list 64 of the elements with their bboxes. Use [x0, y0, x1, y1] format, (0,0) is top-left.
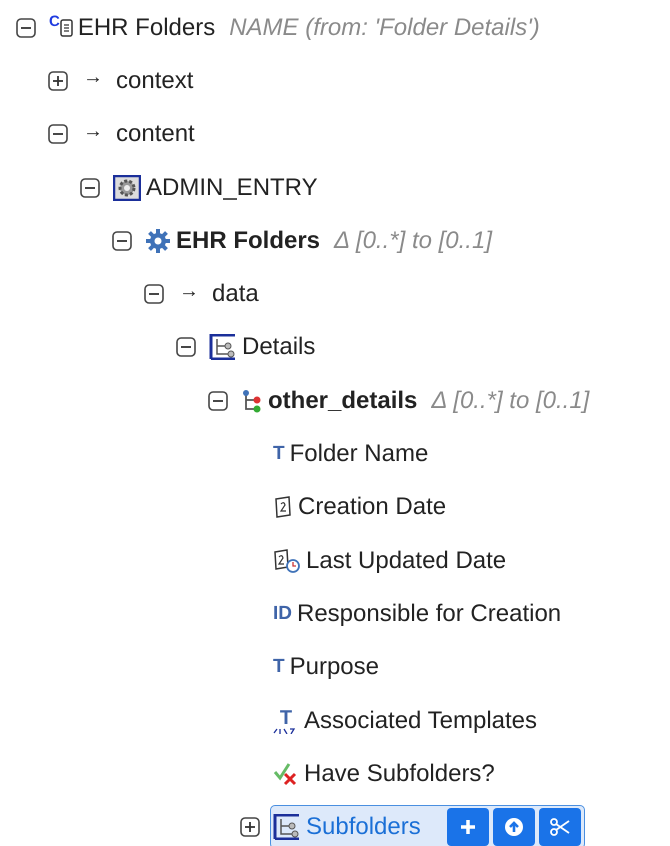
gear-icon — [145, 228, 171, 254]
node-label: Last Updated Date — [306, 546, 506, 575]
arrow-icon: → — [83, 66, 103, 90]
tree-node[interactable]: → context — [78, 58, 198, 103]
collapse-icon[interactable] — [48, 124, 68, 144]
node-label: content — [116, 120, 195, 148]
node-annotation: Δ [0..*] to [0..1] — [431, 386, 590, 415]
calendar-clock-icon — [273, 548, 301, 574]
tree-node[interactable]: Creation Date — [270, 485, 450, 530]
node-label: other_details — [268, 386, 418, 415]
node-label: Have Subfolders? — [304, 760, 495, 788]
expand-icon[interactable] — [240, 817, 260, 838]
node-label: EHR Folders — [78, 14, 216, 42]
tree-node[interactable]: C EHR Folders NAME (from: 'Folder Details') — [46, 6, 544, 50]
collapse-icon[interactable] — [80, 178, 100, 198]
tree-node[interactable]: other_details Δ [0..*] to [0..1] — [238, 378, 594, 423]
tree-node[interactable]: Have Subfolders? — [270, 752, 499, 796]
text-type-icon: ID — [273, 602, 292, 625]
plus-icon — [458, 818, 477, 836]
tree-node[interactable]: ID Responsible for Creation — [270, 592, 566, 636]
gear-icon — [113, 174, 141, 201]
arrow-icon: → — [179, 280, 199, 303]
node-label: Folder Name — [290, 440, 428, 468]
collapse-icon[interactable] — [208, 390, 228, 411]
collapse-icon[interactable] — [16, 18, 36, 38]
up-arrow-circle-icon — [504, 817, 524, 838]
tree-node[interactable]: → content — [78, 112, 199, 156]
tree-icon — [241, 388, 263, 413]
tree-node[interactable]: T Folder Name — [270, 432, 432, 476]
node-label: context — [116, 66, 194, 95]
collapse-icon[interactable] — [176, 337, 196, 358]
node-annotation: NAME (from: 'Folder Details') — [229, 14, 540, 42]
cut-button[interactable] — [538, 808, 581, 846]
node-label: Purpose — [290, 653, 379, 682]
calendar-icon — [273, 495, 293, 520]
node-label: Subfolders — [306, 813, 421, 842]
node-label: Details — [242, 333, 316, 362]
scissors-icon — [548, 818, 571, 836]
node-annotation: Δ [0..*] to [0..1] — [334, 226, 492, 255]
node-label: Responsible for Creation — [297, 600, 562, 628]
tree-node[interactable]: EHR Folders Δ [0..*] to [0..1] — [142, 218, 496, 263]
text-type-icon: T — [273, 656, 285, 678]
expand-icon[interactable] — [48, 70, 68, 91]
text-type-icon: T — [273, 443, 285, 466]
tree-node[interactable]: Details — [206, 325, 320, 370]
node-label: ADMIN_ENTRY — [146, 174, 318, 202]
node-label: data — [212, 280, 259, 308]
tree-node[interactable]: T Associated Templates — [270, 698, 542, 742]
node-label: EHR Folders — [176, 226, 320, 255]
tree-node[interactable]: ADMIN_ENTRY — [110, 166, 322, 210]
tree-node[interactable]: T Purpose — [270, 645, 383, 690]
collapse-icon[interactable] — [112, 230, 132, 251]
arrow-icon: → — [83, 120, 103, 143]
collapse-icon[interactable] — [144, 284, 164, 304]
move-up-button[interactable] — [492, 808, 535, 846]
node-label: Creation Date — [298, 493, 446, 522]
tree-node[interactable]: Subfolders — [270, 805, 585, 846]
tree-icon — [209, 334, 237, 360]
tree-icon — [273, 814, 301, 840]
add-button[interactable] — [446, 808, 489, 846]
node-label: Associated Templates — [304, 706, 538, 734]
tree-node[interactable]: Last Updated Date — [270, 538, 510, 583]
tree-node[interactable]: → data — [174, 272, 263, 316]
check-cross-icon — [273, 762, 299, 786]
